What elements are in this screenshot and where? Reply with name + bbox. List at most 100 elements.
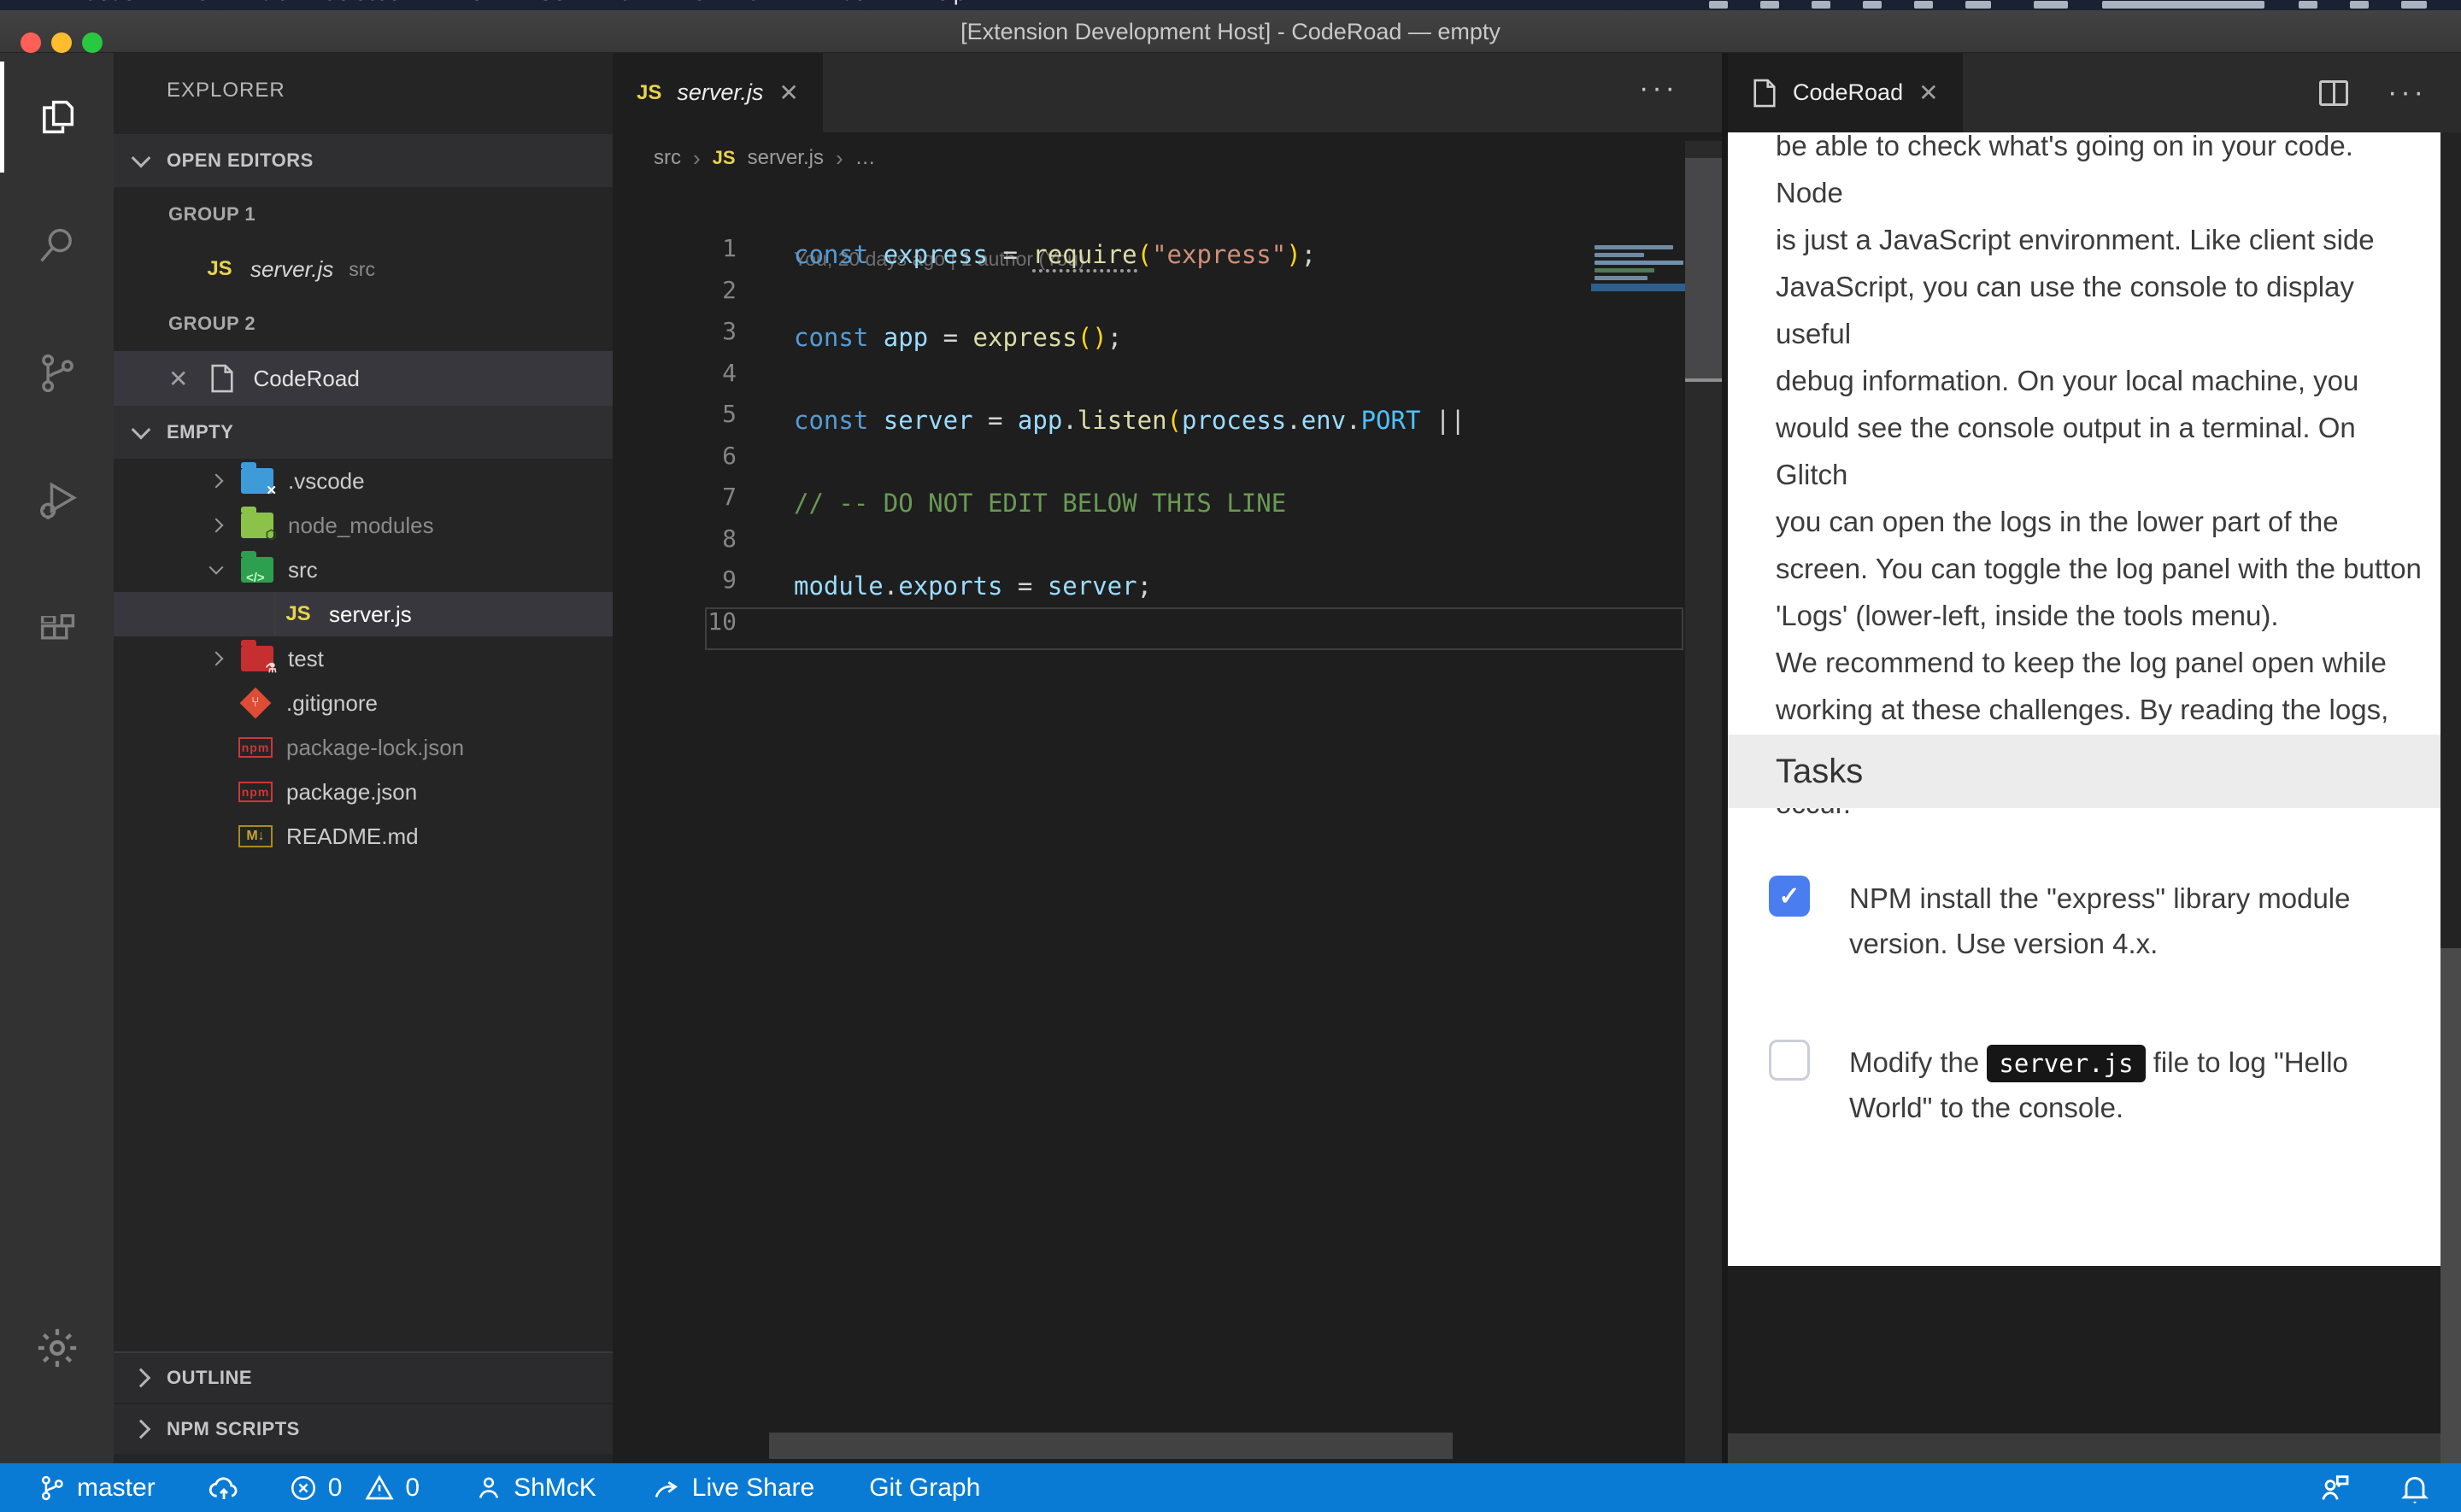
- breadcrumb-symbol[interactable]: …: [855, 146, 876, 170]
- activitybar-run-debug[interactable]: [0, 437, 114, 566]
- menu-view[interactable]: View: [451, 0, 499, 6]
- settings-gear-button[interactable]: [0, 1284, 114, 1412]
- tasks-title: Tasks: [1776, 753, 1863, 791]
- editor-horizontal-scrollbar[interactable]: [769, 1433, 1453, 1459]
- task-item-1: ✓ NPM install the "express" library modu…: [1769, 876, 2418, 966]
- line-number: 9: [668, 566, 737, 594]
- tree-item-node-modules[interactable]: ⬡ node_modules: [114, 503, 613, 548]
- account-status[interactable]: ShMcK: [474, 1474, 596, 1503]
- open-editor-server-js[interactable]: JS server.js src: [114, 242, 613, 296]
- feedback-icon[interactable]: [2317, 1471, 2352, 1505]
- tree-item-package-lock[interactable]: npm package-lock.json: [114, 725, 613, 770]
- close-tab-icon[interactable]: ✕: [778, 79, 798, 107]
- npm-scripts-label: NPM SCRIPTS: [167, 1418, 300, 1440]
- activitybar-search[interactable]: [0, 181, 114, 309]
- minimap-line: [1595, 276, 1648, 280]
- git-branch-status[interactable]: master: [38, 1474, 156, 1503]
- file-icon: [205, 363, 239, 394]
- panel-more-actions-icon[interactable]: ···: [2388, 76, 2427, 109]
- split-editor-icon[interactable]: [2319, 80, 2348, 106]
- activitybar-source-control[interactable]: [0, 309, 114, 437]
- menu-run[interactable]: Run: [603, 0, 644, 6]
- chevron-down-icon: [132, 149, 151, 168]
- menu-terminal[interactable]: Terminal: [682, 0, 766, 6]
- menu-go[interactable]: Go: [537, 0, 567, 6]
- tab-coderoad[interactable]: CodeRoad ✕: [1728, 53, 1963, 132]
- tree-item-server-js[interactable]: JS server.js: [114, 592, 613, 636]
- npm-scripts-section-header[interactable]: NPM SCRIPTS: [114, 1404, 613, 1454]
- tree-item-gitignore[interactable]: ⑂ .gitignore: [114, 681, 613, 725]
- editor-more-actions-icon[interactable]: ···: [1639, 72, 1678, 105]
- open-editor-detail: src: [349, 258, 375, 281]
- breadcrumb-file[interactable]: server.js: [748, 146, 824, 170]
- open-editors-group2: GROUP 2: [114, 296, 613, 351]
- tree-item-test[interactable]: ⚗ test: [114, 636, 613, 681]
- menu-code[interactable]: Code: [82, 0, 135, 6]
- close-icon[interactable]: ✕: [168, 365, 188, 393]
- minimap[interactable]: [1591, 158, 1685, 295]
- tab-server-js[interactable]: JS server.js ✕: [613, 53, 823, 132]
- checkbox-checked-icon[interactable]: ✓: [1769, 876, 1810, 917]
- tree-item-package-json[interactable]: npm package.json: [114, 770, 613, 814]
- activitybar-explorer[interactable]: [0, 53, 114, 181]
- editor-group-divider[interactable]: [1722, 53, 1728, 1463]
- breadcrumb-src[interactable]: src: [654, 146, 681, 170]
- notifications-bell-icon[interactable]: [2398, 1471, 2432, 1505]
- git-graph-button[interactable]: Git Graph: [869, 1474, 980, 1503]
- outline-section-header[interactable]: OUTLINE: [114, 1353, 613, 1403]
- task-text: NPM install the "express" library module…: [1849, 876, 2396, 966]
- tree-item-label: .gitignore: [286, 690, 378, 717]
- menubar-siri-icon: [2350, 1, 2369, 9]
- menubar-status-icon: [1709, 1, 1728, 9]
- code-line[interactable]: module.exports = server;: [794, 566, 1152, 607]
- checkbox-unchecked-icon[interactable]: [1769, 1040, 1810, 1081]
- tab-label: CodeRoad: [1793, 79, 1903, 106]
- editor-group-2: CodeRoad ✕ ··· be able to check what's g…: [1728, 53, 2461, 1463]
- line-number: 7: [668, 483, 737, 511]
- file-icon: [1752, 78, 1777, 108]
- chevron-right-icon: [209, 519, 224, 533]
- title-bar: [Extension Development Host] - CodeRoad …: [0, 10, 2461, 53]
- menubar-status-icon: [1760, 1, 1779, 9]
- tree-item-label: src: [288, 557, 318, 583]
- chevron-right-icon: [209, 474, 224, 489]
- menu-file[interactable]: File: [173, 0, 209, 6]
- test-folder-icon: ⚗: [241, 646, 273, 671]
- tree-item-vscode[interactable]: ✕ .vscode: [114, 459, 613, 503]
- menubar-search-icon: [2299, 1, 2317, 9]
- code-line[interactable]: const server = app.listen(process.env.PO…: [794, 400, 1465, 441]
- tree-item-src[interactable]: </> src: [114, 548, 613, 592]
- macos-menu-bar: Code File Edit Selection View Go Run Ter…: [0, 0, 2461, 10]
- activitybar-extensions[interactable]: [0, 566, 114, 694]
- scrollbar-thumb[interactable]: [2440, 948, 2461, 1463]
- menubar-clock: [2102, 1, 2264, 9]
- live-share-button[interactable]: Live Share: [651, 1473, 814, 1503]
- open-editor-coderoad[interactable]: ✕ CodeRoad: [114, 351, 613, 406]
- sync-changes-button[interactable]: [207, 1471, 241, 1505]
- lesson-text: be able to check what's going on in your…: [1776, 132, 2425, 827]
- close-tab-icon[interactable]: ✕: [1918, 79, 1938, 107]
- tree-item-readme[interactable]: M↓ README.md: [114, 814, 613, 859]
- menu-edit[interactable]: Edit: [246, 0, 285, 6]
- menubar-status-icon: [1812, 1, 1830, 9]
- editor-vertical-scrollbar[interactable]: [1685, 141, 1722, 1463]
- menu-window[interactable]: Window: [803, 0, 882, 6]
- code-line[interactable]: // -- DO NOT EDIT BELOW THIS LINE: [794, 483, 1286, 524]
- code-line[interactable]: const app = express();: [794, 317, 1122, 358]
- problems-status[interactable]: 0 0: [289, 1473, 420, 1503]
- chevron-right-icon: [132, 1420, 151, 1439]
- code-line[interactable]: const express = require("express");: [794, 234, 1316, 275]
- menubar-control-center-icon: [2401, 1, 2427, 9]
- markdown-icon: M↓: [238, 825, 273, 847]
- src-folder-icon: </>: [241, 557, 273, 583]
- tree-item-label: server.js: [329, 601, 412, 628]
- open-editors-header[interactable]: OPEN EDITORS: [114, 134, 613, 187]
- menu-selection[interactable]: Selection: [322, 0, 414, 6]
- npm-icon: npm: [238, 782, 273, 802]
- folder-section-header[interactable]: EMPTY: [114, 406, 613, 459]
- coderoad-scrollbar[interactable]: [2440, 132, 2461, 1463]
- tasks-header: Tasks: [1728, 735, 2440, 808]
- menu-help[interactable]: Help: [920, 0, 966, 6]
- line-number: 1: [668, 234, 737, 262]
- scrollbar-thumb[interactable]: [1685, 158, 1722, 382]
